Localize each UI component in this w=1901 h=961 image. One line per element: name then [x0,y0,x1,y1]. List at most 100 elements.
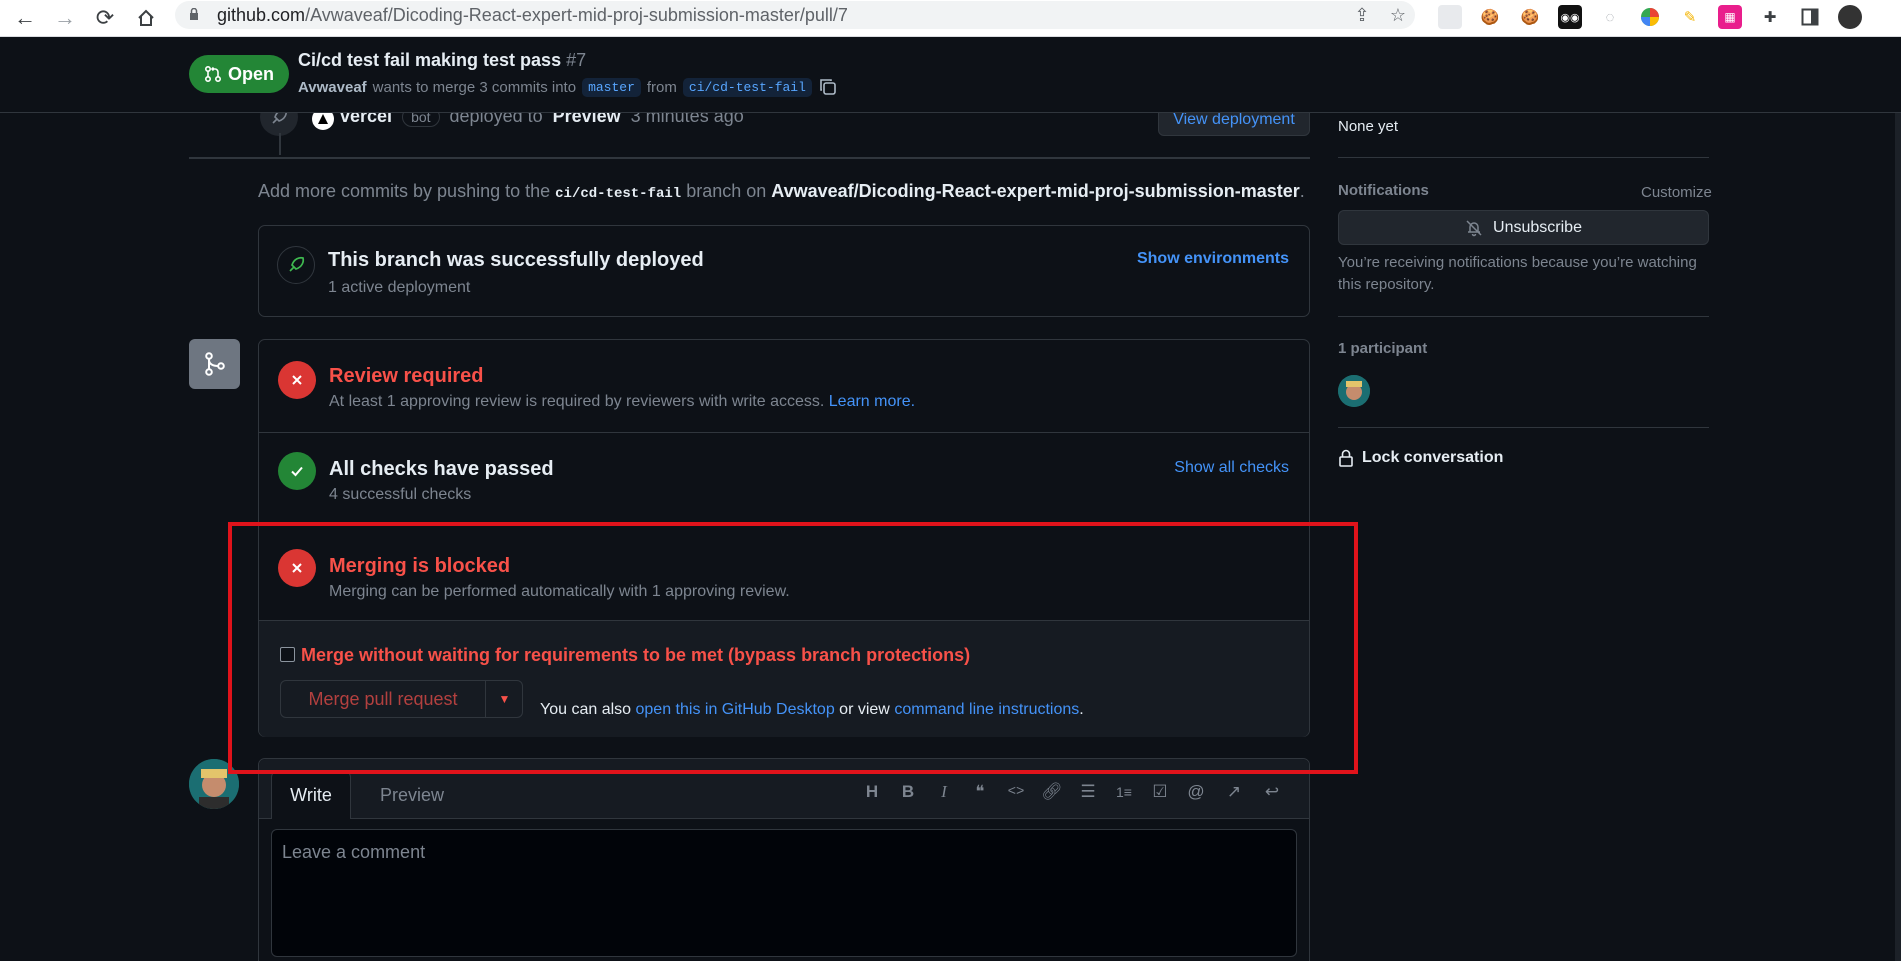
link-icon[interactable]: 🔗︎ [1039,779,1065,805]
pr-sticky-header: Open Ci/cd test fail making test pass #7… [0,37,1901,113]
base-branch[interactable]: master [582,77,641,97]
hint-suffix: . [1299,181,1305,201]
back-icon[interactable]: ← [10,3,40,33]
unsubscribe-button[interactable]: Unsubscribe [1338,210,1709,245]
cookie-extension-icon[interactable]: 🍪 [1478,5,1502,29]
review-required-desc: At least 1 approving review is required … [329,393,825,410]
cross-reference-icon[interactable]: ↗ [1221,779,1247,805]
italic-icon[interactable]: I [931,779,957,805]
checks-row: All checks have passed 4 successful chec… [259,432,1309,524]
timer-extension-icon[interactable]: ◌ [1598,5,1622,29]
merge-method-dropdown[interactable]: ▼ [486,681,523,717]
bookmark-star-icon[interactable]: ☆ [1387,4,1409,26]
numbered-list-icon[interactable]: 1≡ [1111,779,1137,805]
show-all-checks-link[interactable]: Show all checks [1174,459,1289,477]
grid-extension-icon[interactable]: ▦ [1718,5,1742,29]
from-text: from [646,78,677,96]
bypass-label[interactable]: Merge without waiting for requirements t… [301,645,970,666]
saved-reply-icon[interactable]: ↩ [1259,779,1285,805]
tab-write[interactable]: Write [271,771,351,819]
caret-down-icon: ▼ [498,692,511,706]
pr-number: #7 [566,50,587,70]
checks-subtitle: 4 successful checks [329,486,472,503]
milestone-value: None yet [1338,118,1399,135]
puzzle-extensions-icon[interactable]: ✚ [1758,5,1782,29]
sidebar-divider [1338,157,1709,158]
highlighter-extension-icon[interactable]: ✎ [1678,5,1702,29]
reload-icon[interactable]: ⟳ [90,3,120,33]
unsubscribe-label: Unsubscribe [1493,218,1582,236]
pr-title-text: Ci/cd test fail making test pass [298,50,562,70]
pr-state-badge: Open [189,55,289,93]
pr-state-label: Open [227,63,274,84]
merge-action-area: Merge without waiting for requirements t… [259,620,1309,737]
deploy-box-subtitle: 1 active deployment [328,279,471,296]
check-icon [278,452,316,490]
bell-slash-icon [1466,219,1482,236]
tab-preview[interactable]: Preview [367,771,457,819]
pull-request-icon [204,65,221,83]
learn-more-link[interactable]: Learn more. [829,393,915,410]
period-text: . [1079,701,1084,718]
participants-label: 1 participant [1338,340,1428,357]
participant-avatar[interactable] [1338,375,1370,407]
deploy-box-title: This branch was successfully deployed [328,249,704,271]
review-required-title: Review required [329,365,484,387]
error-x-icon [278,549,316,587]
page-scrollbar[interactable] [1895,37,1901,961]
checks-title: All checks have passed [329,458,554,480]
notifications-notice: You’re receiving notifications because y… [1338,254,1697,293]
merge-pr-label: Merge pull request [308,688,458,709]
merge-status-box: Review required At least 1 approving rev… [258,339,1310,737]
pr-author[interactable]: Avwaveaf [298,79,367,96]
url-text[interactable]: github.com/Avwaveaf/Dicoding-React-exper… [217,5,848,26]
profile-avatar[interactable] [1838,5,1862,29]
extension-icon[interactable] [1438,5,1462,29]
lock-icon [190,8,198,20]
show-environments-link[interactable]: Show environments [1137,250,1289,268]
deployment-status-box: This branch was successfully deployed 1 … [258,225,1310,317]
hint-repo-link[interactable]: Avwaveaf/Dicoding-React-expert-mid-proj-… [771,181,1299,201]
bulleted-list-icon[interactable]: ☰ [1075,779,1101,805]
editor-tabbar: Write Preview H B I ❝ <> 🔗︎ ☰ 1≡ ☑ @ ↗ ↩ [259,759,1309,819]
head-branch[interactable]: ci/cd-test-fail [682,77,812,97]
url-host: github.com [217,5,306,25]
heading-icon[interactable]: H [859,779,885,805]
share-icon[interactable]: ⇪ [1351,4,1373,26]
code-icon[interactable]: <> [1003,779,1029,805]
bold-icon[interactable]: B [895,779,921,805]
comment-editor: Write Preview H B I ❝ <> 🔗︎ ☰ 1≡ ☑ @ ↗ ↩… [258,758,1310,961]
sidebar-divider [1338,427,1709,428]
lock-conversation-button[interactable]: Lock conversation [1338,449,1503,467]
color-extension-icon[interactable] [1638,5,1662,29]
glasses-extension-icon[interactable]: ◉◉ [1558,5,1582,29]
merge-pr-button-group: Merge pull request ▼ [280,680,523,718]
merge-pr-button[interactable]: Merge pull request [281,681,486,717]
lock-icon [1339,449,1353,467]
merge-alternatives-text: You can also open this in GitHub Desktop… [540,701,1084,719]
command-line-link[interactable]: command line instructions [894,701,1079,718]
blocked-subtitle: Merging can be performed automatically w… [329,583,790,600]
task-list-icon[interactable]: ☑ [1147,779,1173,805]
address-bar[interactable]: github.com/Avwaveaf/Dicoding-React-exper… [175,1,1415,29]
customize-link[interactable]: Customize [1641,182,1712,204]
merge-summary-text: wants to merge 3 commits into [372,78,577,96]
copy-icon[interactable] [818,77,838,97]
also-text: You can also [540,701,632,718]
home-icon[interactable] [131,3,161,33]
quote-icon[interactable]: ❝ [967,779,993,805]
github-desktop-link[interactable]: open this in GitHub Desktop [636,701,835,718]
commenter-avatar[interactable] [189,759,239,809]
mention-icon[interactable]: @ [1183,779,1209,805]
bypass-checkbox[interactable] [280,647,295,662]
sidebar-divider [1338,316,1709,317]
sidebar-toggle-icon[interactable] [1798,5,1822,29]
comment-textarea[interactable]: Leave a comment [271,829,1297,957]
pr-title: Ci/cd test fail making test pass #7 [298,50,586,71]
comment-placeholder: Leave a comment [282,842,426,862]
cookie-alt-extension-icon[interactable]: 🍪 [1518,5,1542,29]
forward-icon[interactable]: → [50,3,80,33]
rocket-icon [277,246,315,284]
view-deployment-label: View deployment [1173,111,1295,128]
notifications-label: Notifications [1338,182,1429,199]
